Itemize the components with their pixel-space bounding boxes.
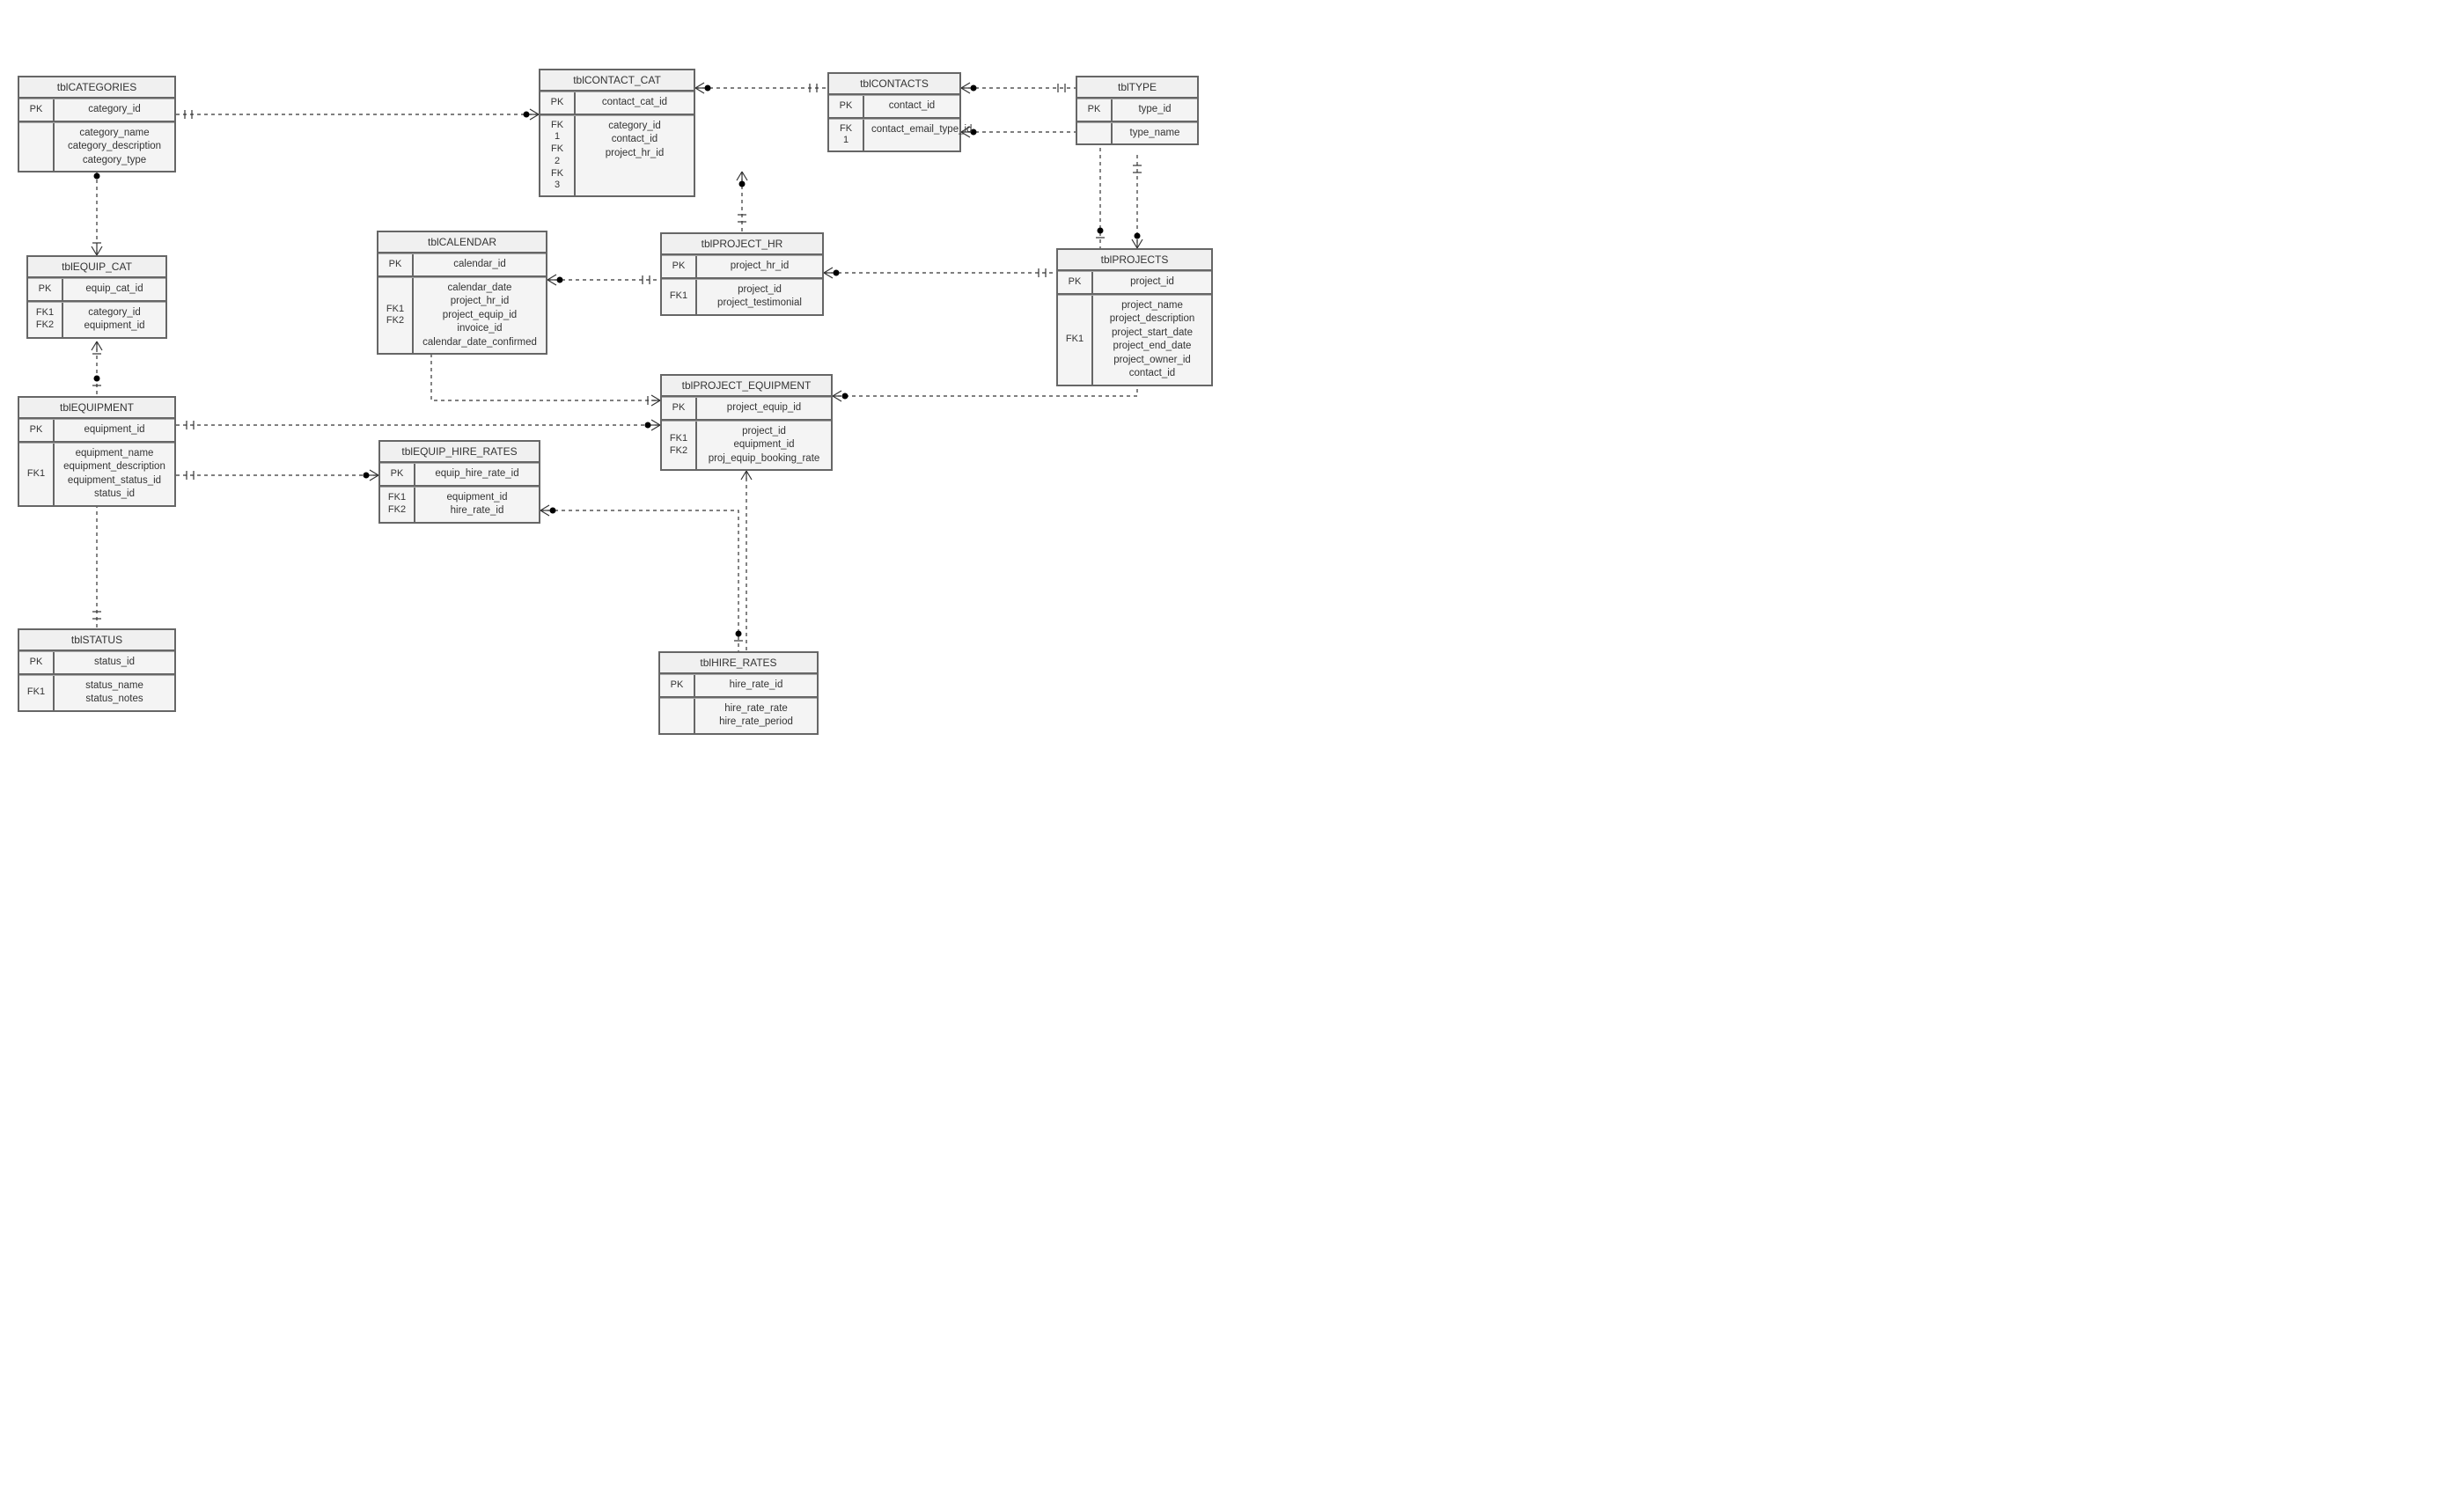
attr-key <box>19 123 55 172</box>
pk-field: hire_rate_id <box>695 675 817 696</box>
attr-key: FK1 <box>19 444 55 505</box>
attr-key: FK1 FK2 <box>378 278 414 354</box>
pk-label: PK <box>540 92 576 114</box>
attr-list: category_id contact_id project_hr_id <box>576 116 694 196</box>
attr-key: FK 1 FK 2 FK 3 <box>540 116 576 196</box>
erd-canvas: tblCATEGORIES PK category_id category_na… <box>0 0 1232 766</box>
entity-equip-cat: tblEQUIP_CAT PK equip_cat_id FK1 FK2 cat… <box>26 255 167 339</box>
entity-title: tblCONTACTS <box>829 74 959 95</box>
entity-contact-cat: tblCONTACT_CAT PK contact_cat_id FK 1 FK… <box>539 69 695 197</box>
pk-label: PK <box>662 398 697 419</box>
pk-field: contact_cat_id <box>576 92 694 114</box>
pk-field: equip_hire_rate_id <box>415 464 539 485</box>
attr-key: FK1 FK2 <box>662 422 697 470</box>
pk-label: PK <box>662 256 697 277</box>
entity-title: tblEQUIP_CAT <box>28 257 165 278</box>
pk-field: project_hr_id <box>697 256 822 277</box>
entity-title: tblTYPE <box>1077 77 1197 99</box>
pk-label: PK <box>19 99 55 121</box>
attr-list: status_name status_notes <box>55 676 174 710</box>
pk-label: PK <box>829 96 864 117</box>
entity-title: tblEQUIPMENT <box>19 398 174 419</box>
entity-title: tblCATEGORIES <box>19 77 174 99</box>
attr-list: equipment_id hire_rate_id <box>415 488 539 522</box>
attr-list: type_name <box>1113 123 1197 144</box>
entity-title: tblSTATUS <box>19 630 174 651</box>
entity-status: tblSTATUS PK status_id FK1 status_name s… <box>18 628 176 712</box>
attr-key <box>660 699 695 733</box>
attr-list: equipment_name equipment_description equ… <box>55 444 174 505</box>
entity-hire-rates: tblHIRE_RATES PK hire_rate_id hire_rate_… <box>658 651 819 735</box>
entity-categories: tblCATEGORIES PK category_id category_na… <box>18 76 176 172</box>
attr-list: project_id project_testimonial <box>697 280 822 314</box>
pk-field: equipment_id <box>55 420 174 441</box>
attr-key: FK1 <box>1058 296 1093 385</box>
entity-project-equipment: tblPROJECT_EQUIPMENT PK project_equip_id… <box>660 374 833 471</box>
pk-label: PK <box>1077 99 1113 121</box>
entity-calendar: tblCALENDAR PK calendar_id FK1 FK2 calen… <box>377 231 547 355</box>
pk-field: category_id <box>55 99 174 121</box>
entity-title: tblEQUIP_HIRE_RATES <box>380 442 539 463</box>
pk-field: type_id <box>1113 99 1197 121</box>
pk-label: PK <box>378 254 414 275</box>
attr-list: category_name category_description categ… <box>55 123 174 172</box>
entity-projects: tblPROJECTS PK project_id FK1 project_na… <box>1056 248 1213 386</box>
pk-field: project_id <box>1093 272 1211 293</box>
attr-list: contact_email_type_id <box>864 120 979 151</box>
entity-type: tblTYPE PK type_id type_name <box>1076 76 1199 145</box>
attr-list: hire_rate_rate hire_rate_period <box>695 699 817 733</box>
entity-title: tblPROJECT_HR <box>662 234 822 255</box>
attr-key: FK1 <box>662 280 697 314</box>
pk-label: PK <box>660 675 695 696</box>
entity-project-hr: tblPROJECT_HR PK project_hr_id FK1 proje… <box>660 232 824 316</box>
pk-field: calendar_id <box>414 254 546 275</box>
entity-equipment: tblEQUIPMENT PK equipment_id FK1 equipme… <box>18 396 176 507</box>
attr-list: category_id equipment_id <box>63 303 165 337</box>
entity-title: tblPROJECTS <box>1058 250 1211 271</box>
pk-field: equip_cat_id <box>63 279 165 300</box>
entity-title: tblCONTACT_CAT <box>540 70 694 92</box>
entity-contacts: tblCONTACTS PK contact_id FK 1 contact_e… <box>827 72 961 152</box>
pk-label: PK <box>28 279 63 300</box>
attr-key: FK1 FK2 <box>380 488 415 522</box>
entity-title: tblPROJECT_EQUIPMENT <box>662 376 831 397</box>
entity-title: tblHIRE_RATES <box>660 653 817 674</box>
pk-label: PK <box>380 464 415 485</box>
attr-key <box>1077 123 1113 144</box>
attr-list: project_name project_description project… <box>1093 296 1211 385</box>
attr-key: FK1 FK2 <box>28 303 63 337</box>
pk-label: PK <box>19 652 55 673</box>
pk-field: contact_id <box>864 96 959 117</box>
pk-label: PK <box>19 420 55 441</box>
pk-field: status_id <box>55 652 174 673</box>
attr-list: project_id equipment_id proj_equip_booki… <box>697 422 831 470</box>
entity-equip-hire-rates: tblEQUIP_HIRE_RATES PK equip_hire_rate_i… <box>378 440 540 524</box>
entity-title: tblCALENDAR <box>378 232 546 253</box>
attr-key: FK 1 <box>829 120 864 151</box>
pk-field: project_equip_id <box>697 398 831 419</box>
attr-key: FK1 <box>19 676 55 710</box>
pk-label: PK <box>1058 272 1093 293</box>
attr-list: calendar_date project_hr_id project_equi… <box>414 278 546 354</box>
